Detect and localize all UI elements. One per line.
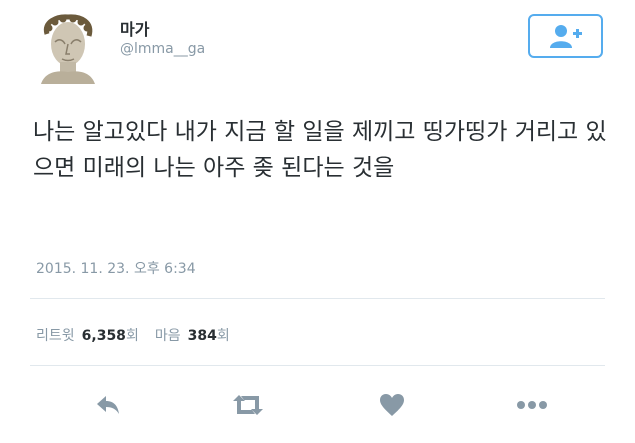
divider xyxy=(30,298,605,299)
follow-button[interactable] xyxy=(528,14,603,58)
tweet-timestamp[interactable]: 2015. 11. 23. 오후 6:34 xyxy=(36,258,196,278)
retweet-button[interactable] xyxy=(228,385,268,425)
divider xyxy=(30,365,605,366)
avatar[interactable] xyxy=(33,12,103,84)
tweet-actions xyxy=(0,385,635,425)
follow-user-plus-icon xyxy=(549,25,582,48)
user-handle[interactable]: @lmma__ga xyxy=(120,41,205,57)
display-name[interactable]: 마가 xyxy=(120,16,149,40)
reply-button[interactable] xyxy=(88,385,128,425)
likes-label: 마음 xyxy=(154,328,181,344)
like-button[interactable] xyxy=(372,385,412,425)
heart-icon xyxy=(380,394,404,416)
retweets-unit: 회 xyxy=(125,328,139,344)
more-dots-icon xyxy=(517,401,547,409)
statue-bust-avatar-icon xyxy=(33,12,103,84)
tweet-stats: 리트윗 6,358 회 마음 384 회 xyxy=(36,325,230,345)
likes-unit: 회 xyxy=(216,328,230,344)
likes-count[interactable]: 384 xyxy=(188,328,217,344)
retweets-count[interactable]: 6,358 xyxy=(82,328,126,344)
reply-icon xyxy=(97,396,119,414)
more-button[interactable] xyxy=(512,385,552,425)
tweet-text: 나는 알고있다 내가 지금 할 일을 제끼고 띵가띵가 거리고 있으면 미래의 … xyxy=(33,119,607,181)
retweets-label: 리트윗 xyxy=(36,328,75,344)
retweet-icon xyxy=(233,395,263,415)
